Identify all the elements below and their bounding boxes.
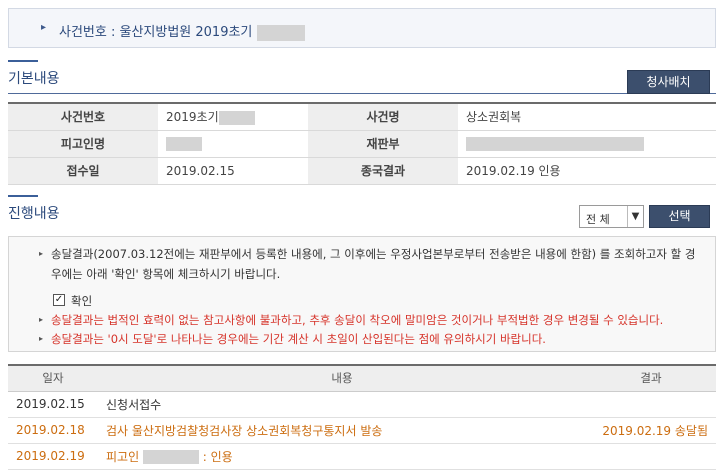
court-layout-button[interactable]: 청사배치 bbox=[627, 70, 710, 94]
notice-warning-line: 송달결과는 '0시 도달'로 나타나는 경우에는 기간 계산 시 초일이 산입된… bbox=[51, 332, 546, 346]
redacted-mask bbox=[166, 136, 202, 151]
title-accent-bar bbox=[8, 195, 38, 197]
case-name-value: 상소권회복 bbox=[458, 102, 716, 131]
notice-line: 우에는 아래 '확인' 항목에 체크하시기 바랍니다. bbox=[51, 267, 281, 281]
notice-line: 송달결과(2007.03.12전에는 재판부에서 등록한 내용에, 그 이후에는… bbox=[51, 247, 696, 261]
row-content: 피고인 : 인용 bbox=[98, 443, 586, 470]
select-button[interactable]: 선택 bbox=[649, 205, 710, 228]
filter-select-value: 전 체 bbox=[586, 213, 610, 226]
table-row: 피고인명 재판부 bbox=[8, 130, 716, 158]
progress-table: 일자 내용 결과 2019.02.15 신청서접수 2019.02.18 검사 … bbox=[8, 364, 716, 470]
title-accent-bar bbox=[8, 60, 38, 62]
row-result bbox=[586, 443, 716, 470]
row-date: 2019.02.15 bbox=[8, 391, 98, 418]
basic-section-title: 기본내용 bbox=[8, 60, 60, 88]
progress-section-title: 진행내용 bbox=[8, 195, 60, 223]
redacted-mask bbox=[256, 24, 305, 41]
case-number-label: 사건번호 bbox=[8, 102, 158, 131]
bullet-icon: ▸ bbox=[39, 334, 44, 343]
table-row: 2019.02.15 신청서접수 bbox=[8, 391, 716, 418]
filter-select[interactable]: 전 체 ▼ bbox=[579, 205, 644, 228]
defendant-value bbox=[158, 130, 308, 158]
final-result-value: 2019.02.19 인용 bbox=[458, 157, 716, 185]
case-number-text: 사건번호 : 울산지방법원 2019초기 bbox=[59, 21, 305, 41]
row-content: 검사 울산지방검찰청검사장 상소권회복청구통지서 발송 bbox=[98, 417, 586, 444]
receipt-date-label: 접수일 bbox=[8, 157, 158, 185]
receipt-date-value: 2019.02.15 bbox=[158, 157, 308, 185]
row-date: 2019.02.18 bbox=[8, 417, 98, 444]
bullet-icon: ▸ bbox=[41, 22, 47, 33]
bullet-icon: ▸ bbox=[39, 315, 44, 324]
case-number-box: ▸ 사건번호 : 울산지방법원 2019초기 bbox=[8, 8, 716, 48]
table-header-row: 일자 내용 결과 bbox=[8, 364, 716, 392]
redacted-mask bbox=[218, 110, 255, 125]
notice-warning-line: 송달결과는 법적인 효력이 없는 참고사항에 불과하고, 추후 송달이 착오에 … bbox=[51, 313, 664, 327]
table-row: 2019.02.18 검사 울산지방검찰청검사장 상소권회복청구통지서 발송 2… bbox=[8, 417, 716, 444]
content-column-header: 내용 bbox=[98, 364, 586, 392]
court-division-value bbox=[458, 130, 716, 158]
bullet-icon: ▸ bbox=[39, 249, 44, 258]
table-row: 2019.02.19 피고인 : 인용 bbox=[8, 443, 716, 470]
notice-box: ▸ 송달결과(2007.03.12전에는 재판부에서 등록한 내용에, 그 이후… bbox=[8, 236, 716, 352]
redacted-mask bbox=[142, 450, 199, 464]
basic-info-table: 사건번호 2019초기 사건명 상소권회복 피고인명 재판부 접수일 2019.… bbox=[8, 102, 716, 185]
case-number-value: 2019초기 bbox=[158, 102, 308, 131]
section-divider bbox=[8, 93, 716, 94]
row-result: 2019.02.19 송달됨 bbox=[586, 417, 716, 444]
case-name-label: 사건명 bbox=[308, 102, 458, 131]
table-row: 접수일 2019.02.15 종국결과 2019.02.19 인용 bbox=[8, 157, 716, 185]
row-content: 신청서접수 bbox=[98, 391, 586, 418]
date-column-header: 일자 bbox=[8, 364, 98, 392]
defendant-label: 피고인명 bbox=[8, 130, 158, 158]
redacted-mask bbox=[466, 136, 644, 151]
row-date: 2019.02.19 bbox=[8, 443, 98, 470]
confirm-checkbox-label: 확인 bbox=[71, 294, 93, 308]
result-column-header: 결과 bbox=[586, 364, 716, 392]
court-division-label: 재판부 bbox=[308, 130, 458, 158]
chevron-down-icon[interactable]: ▼ bbox=[627, 206, 643, 227]
table-row: 사건번호 2019초기 사건명 상소권회복 bbox=[8, 102, 716, 131]
confirm-checkbox[interactable]: ✓ bbox=[53, 294, 65, 306]
row-result bbox=[586, 391, 716, 418]
final-result-label: 종국결과 bbox=[308, 157, 458, 185]
